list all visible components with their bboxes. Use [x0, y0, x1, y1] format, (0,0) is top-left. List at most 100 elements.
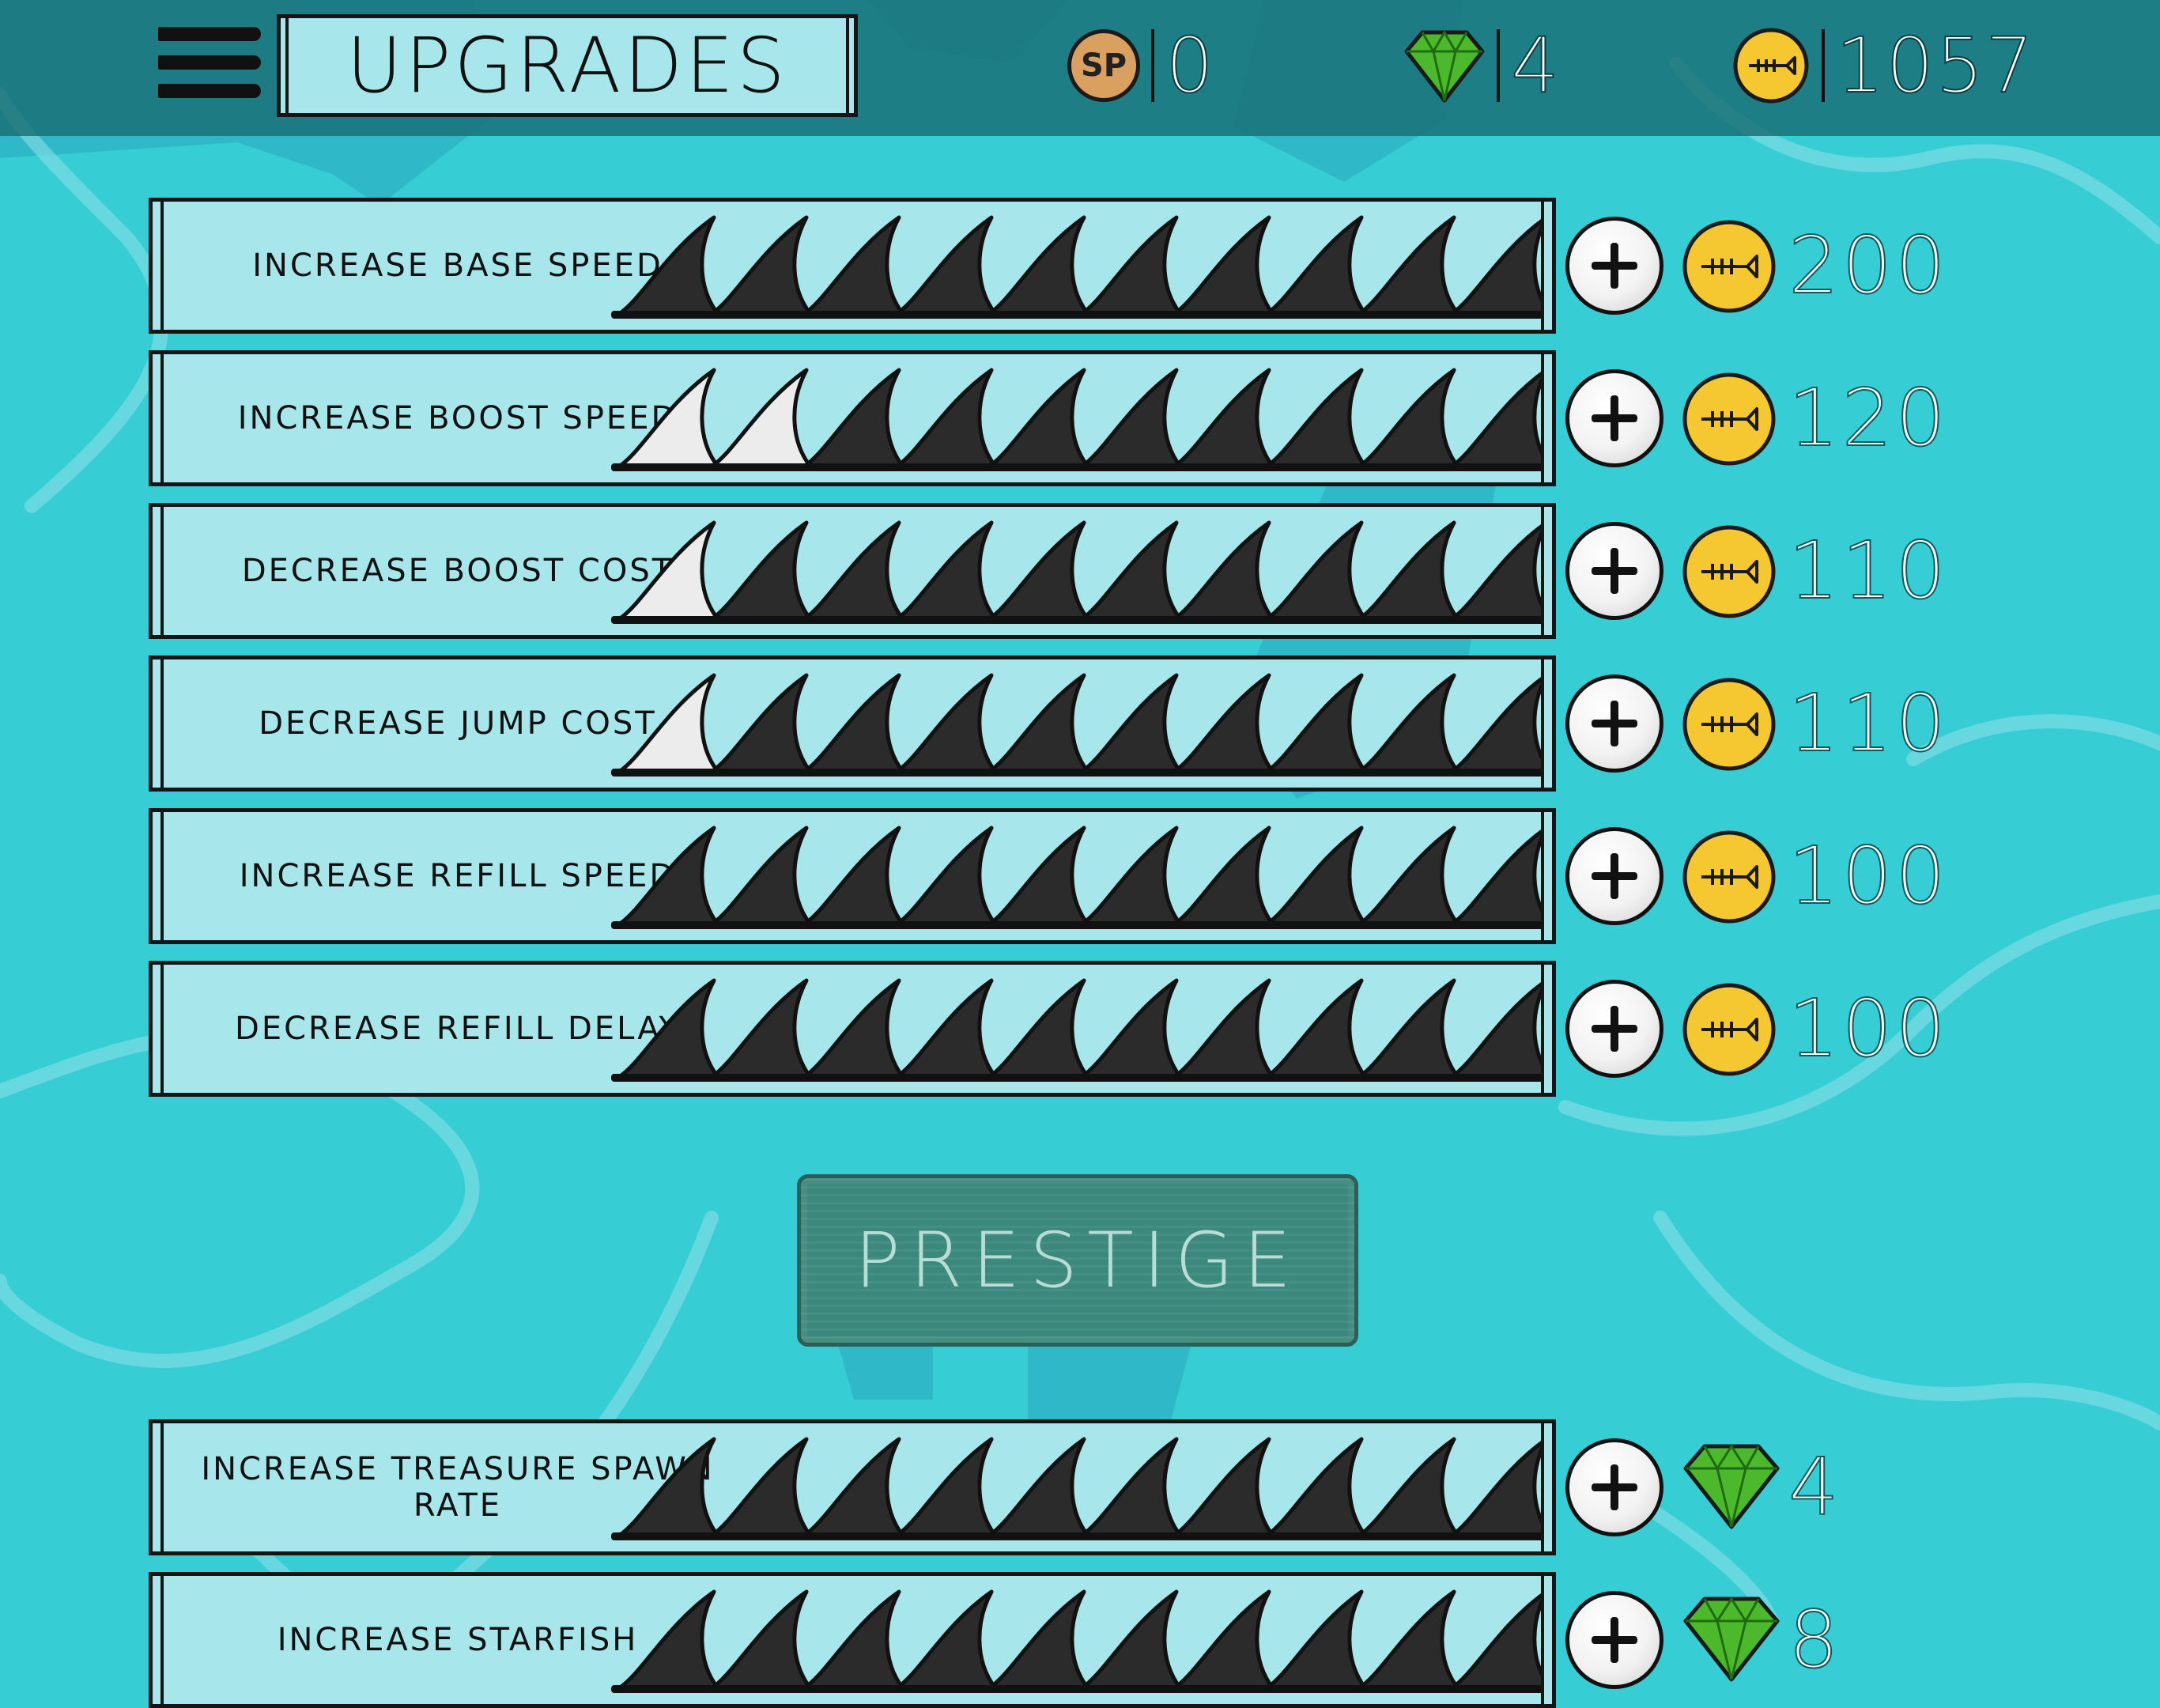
- shark-fin-empty-icon: [894, 1589, 998, 1691]
- upgrade-plus-button[interactable]: [1565, 522, 1663, 620]
- shark-fin-empty-icon: [617, 826, 720, 927]
- upgrade-row: INCREASE REFILL SPEED: [149, 808, 1556, 944]
- shark-fin-empty-icon: [987, 1437, 1090, 1538]
- upgrade-plus-button[interactable]: [1565, 980, 1663, 1078]
- shark-fin-empty-icon: [617, 215, 720, 316]
- shark-fin-empty-icon: [1449, 1591, 1544, 1691]
- upgrade-row: DECREASE JUMP COST: [149, 656, 1556, 792]
- upgrade-plus-button[interactable]: [1565, 1438, 1663, 1536]
- prestige-label: PRESTIGE: [854, 1216, 1301, 1305]
- fin-baseline: [611, 769, 1544, 777]
- upgrade-cost: 100: [1788, 829, 1949, 922]
- upgrade-row: INCREASE BASE SPEED: [149, 198, 1556, 334]
- shark-fin-filled-icon: [617, 520, 720, 622]
- fishbone-coin-icon: [1733, 28, 1809, 104]
- shark-fin-empty-icon: [1079, 368, 1183, 469]
- shark-fin-empty-icon: [1079, 978, 1183, 1079]
- shark-fin-empty-icon: [802, 368, 905, 469]
- shark-fin-empty-icon: [1357, 1589, 1460, 1691]
- upgrade-progress: [611, 978, 1544, 1082]
- shark-fin-empty-icon: [894, 673, 998, 774]
- page-title: UPGRADES: [346, 21, 788, 110]
- top-bar: UPGRADES SP 0 4 1057: [0, 0, 2160, 136]
- sp-coin-icon: SP: [1067, 29, 1140, 102]
- fishbone-coin-icon: [1681, 218, 1777, 318]
- coins-counter: 1057: [1731, 22, 2035, 109]
- shark-fin-empty-icon: [617, 1589, 720, 1691]
- hamburger-line: [158, 84, 261, 98]
- shark-fin-empty-icon: [1172, 673, 1275, 774]
- upgrade-plus-button[interactable]: [1565, 827, 1663, 925]
- shark-fin-empty-icon: [987, 368, 1090, 469]
- fishbone-coin-icon: [1681, 981, 1777, 1081]
- shark-fin-empty-icon: [1079, 215, 1183, 316]
- skill-points-counter: SP 0: [1067, 22, 1215, 109]
- shark-fin-empty-icon: [709, 1589, 813, 1691]
- shark-fin-empty-icon: [1172, 978, 1275, 1079]
- upgrade-row: INCREASE STARFISH: [149, 1572, 1556, 1708]
- hamburger-line: [158, 55, 261, 70]
- shark-fin-empty-icon: [1264, 368, 1368, 469]
- shark-fin-empty-icon: [709, 520, 813, 622]
- upgrade-progress: [611, 215, 1544, 319]
- shark-fin-empty-icon: [987, 215, 1090, 316]
- shark-fin-empty-icon: [709, 826, 813, 927]
- upgrade-progress: [611, 368, 1544, 471]
- upgrade-row: DECREASE BOOST COST: [149, 503, 1556, 639]
- shark-fin-empty-icon: [709, 978, 813, 1079]
- shark-fin-empty-icon: [1172, 215, 1275, 316]
- shark-fin-empty-icon: [1449, 1438, 1544, 1538]
- shark-fin-empty-icon: [802, 826, 905, 927]
- shark-fin-empty-icon: [987, 673, 1090, 774]
- shark-fin-empty-icon: [1079, 1437, 1183, 1538]
- shark-fin-empty-icon: [802, 215, 905, 316]
- shark-fin-empty-icon: [617, 1437, 720, 1538]
- green-gem-icon: [1682, 1442, 1780, 1533]
- shark-fin-empty-icon: [1357, 520, 1460, 622]
- shark-fin-empty-icon: [1357, 215, 1460, 316]
- fishbone-coin-icon: [1681, 829, 1777, 928]
- fishbone-coin-icon: [1681, 371, 1777, 470]
- coins-value: 1057: [1835, 21, 2036, 110]
- shark-fin-empty-icon: [1357, 1437, 1460, 1538]
- shark-fin-empty-icon: [1264, 826, 1368, 927]
- upgrade-cost: 110: [1788, 524, 1949, 617]
- upgrade-row: INCREASE BOOST SPEED: [149, 350, 1556, 486]
- shark-fin-empty-icon: [1172, 1437, 1275, 1538]
- shark-fin-empty-icon: [1264, 520, 1368, 622]
- shark-fin-empty-icon: [802, 978, 905, 1079]
- fin-baseline: [611, 921, 1544, 929]
- shark-fin-empty-icon: [987, 826, 1090, 927]
- upgrade-plus-button[interactable]: [1565, 675, 1663, 773]
- shark-fin-empty-icon: [987, 520, 1090, 622]
- upgrade-row: INCREASE TREASURE SPAWN RATE: [149, 1419, 1556, 1555]
- shark-fin-empty-icon: [1449, 675, 1544, 774]
- fin-baseline: [611, 311, 1544, 319]
- shark-fin-empty-icon: [802, 1589, 905, 1691]
- upgrade-plus-button[interactable]: [1565, 1591, 1663, 1689]
- shark-fin-empty-icon: [617, 978, 720, 1079]
- upgrade-plus-button[interactable]: [1565, 369, 1663, 467]
- shark-fin-empty-icon: [1172, 520, 1275, 622]
- fishbone-coin-icon: [1681, 676, 1777, 776]
- menu-button[interactable]: [158, 24, 261, 103]
- shark-fin-empty-icon: [802, 673, 905, 774]
- upgrade-plus-button[interactable]: [1565, 217, 1663, 315]
- hamburger-menu-icon: [158, 27, 261, 41]
- shark-fin-empty-icon: [1264, 1589, 1368, 1691]
- divider: [1151, 29, 1154, 102]
- divider: [1822, 29, 1825, 102]
- shark-fin-empty-icon: [987, 1589, 1090, 1691]
- shark-fin-empty-icon: [709, 1437, 813, 1538]
- prestige-button[interactable]: PRESTIGE: [797, 1174, 1358, 1347]
- upgrade-row: DECREASE REFILL DELAY: [149, 961, 1556, 1097]
- shark-fin-empty-icon: [1357, 826, 1460, 927]
- shark-fin-empty-icon: [894, 520, 998, 622]
- shark-fin-filled-icon: [617, 368, 720, 469]
- shark-fin-empty-icon: [1449, 522, 1544, 622]
- shark-fin-empty-icon: [802, 520, 905, 622]
- shark-fin-empty-icon: [1449, 369, 1544, 469]
- shark-fin-empty-icon: [1449, 980, 1544, 1079]
- upgrade-cost: 4: [1788, 1441, 1842, 1533]
- shark-fin-empty-icon: [894, 215, 998, 316]
